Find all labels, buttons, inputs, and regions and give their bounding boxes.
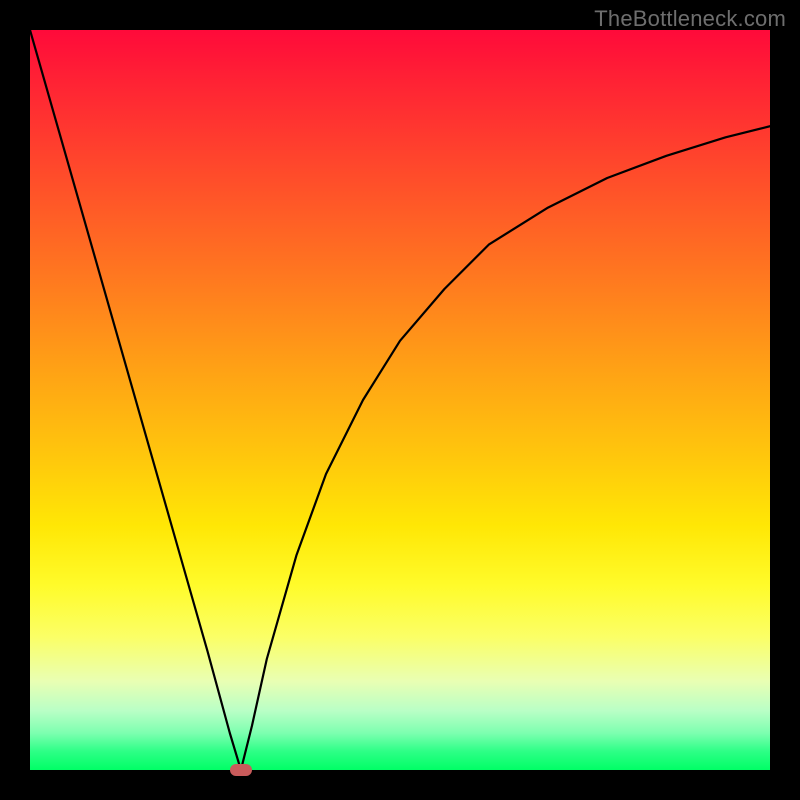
chart-stage: TheBottleneck.com bbox=[0, 0, 800, 800]
bottleneck-curve bbox=[30, 30, 770, 770]
optimum-marker bbox=[230, 764, 252, 776]
watermark-text: TheBottleneck.com bbox=[594, 6, 786, 32]
plot-area bbox=[30, 30, 770, 770]
curve-layer bbox=[30, 30, 770, 770]
